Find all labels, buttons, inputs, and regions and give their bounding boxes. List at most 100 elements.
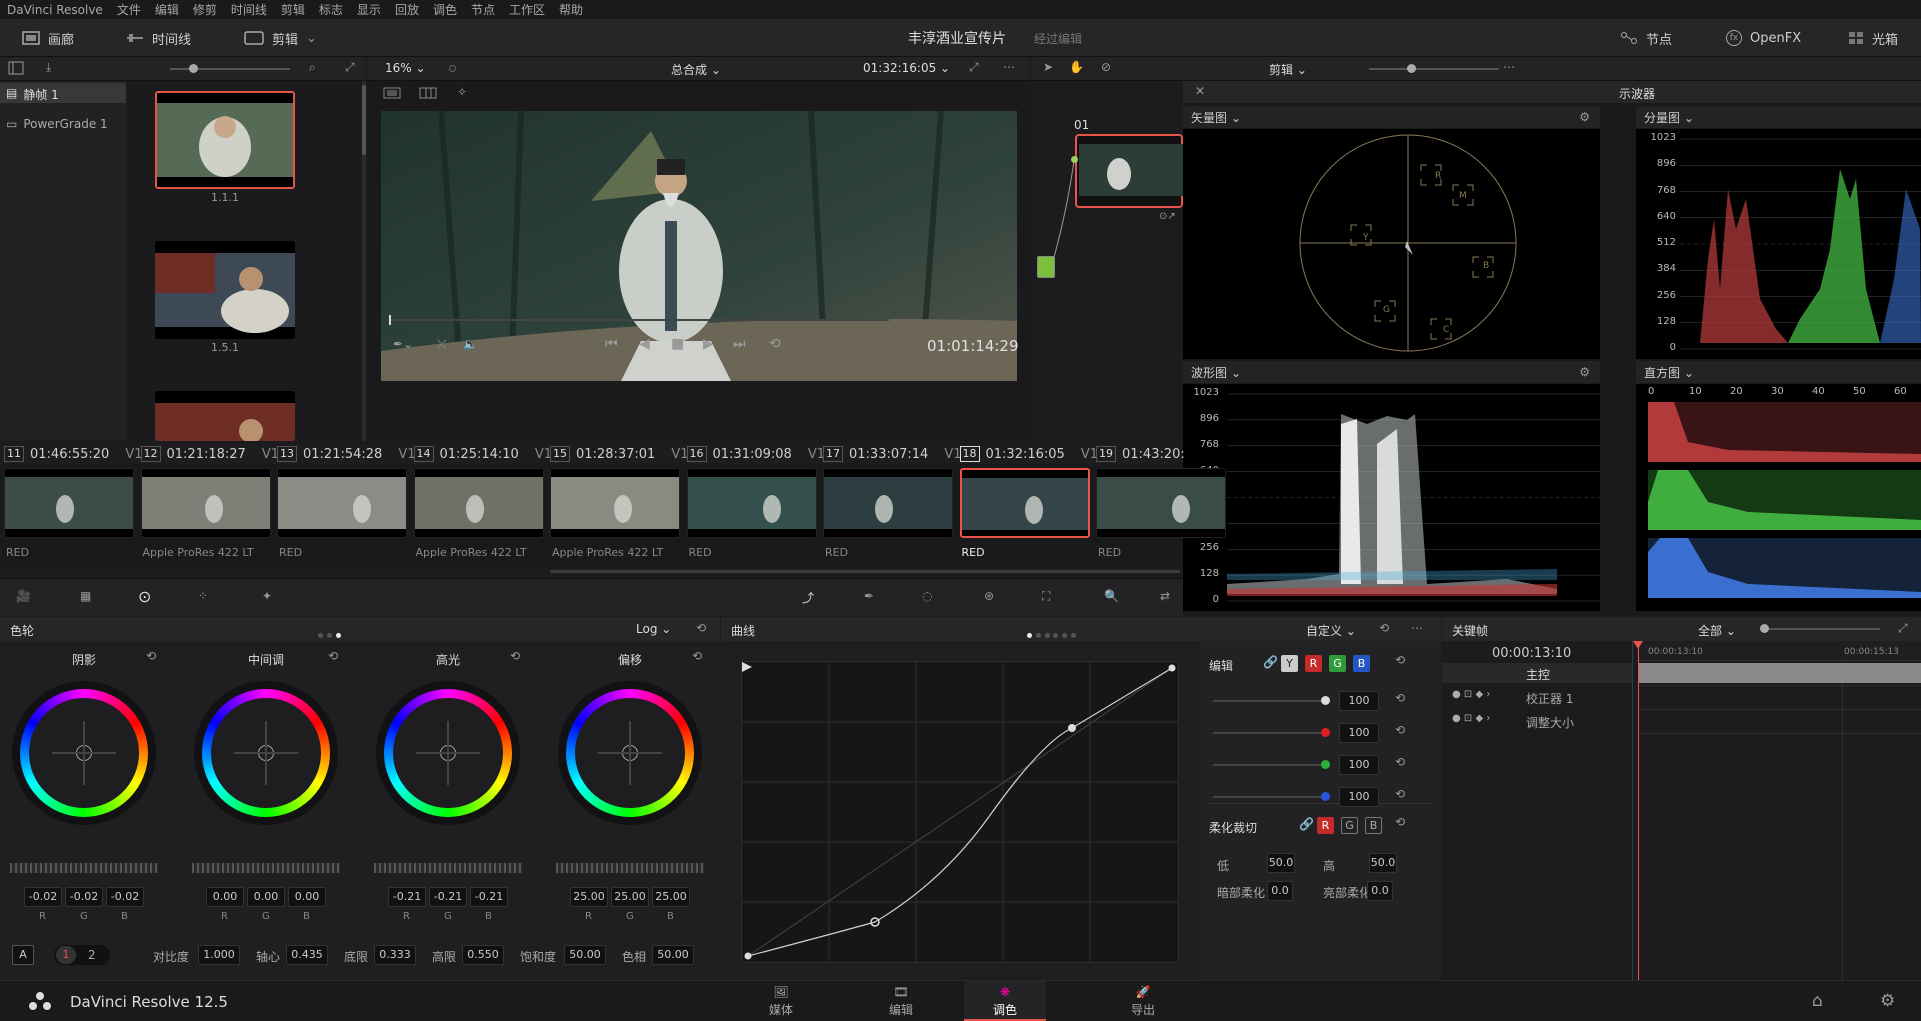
source-node[interactable] <box>1037 256 1055 278</box>
wheel-mode-select[interactable]: Log ⌄ <box>636 622 671 636</box>
wheel-value-g[interactable]: 0.00 <box>247 887 285 907</box>
scope-settings-icon[interactable]: ⚙ <box>1579 365 1590 379</box>
clip-thumbnail[interactable] <box>4 468 134 538</box>
more-options-icon[interactable]: ⋯ <box>1411 621 1423 635</box>
camera-raw-icon[interactable]: 🎥 <box>16 589 31 603</box>
reset-icon[interactable]: ⟲ <box>1395 755 1405 769</box>
wheel-value-b[interactable]: -0.02 <box>106 887 144 907</box>
curves-mode-select[interactable]: 自定义 ⌄ <box>1306 622 1356 639</box>
reset-icon[interactable]: ⟲ <box>1395 723 1405 737</box>
qualifier-icon[interactable]: ✒ <box>864 589 874 603</box>
page-dot[interactable] <box>318 627 341 641</box>
master-wheel-slider[interactable] <box>10 863 158 873</box>
page-media-button[interactable]: 🖼 媒体 <box>746 981 816 1021</box>
contrast-field[interactable]: 1.000 <box>198 945 240 965</box>
magic-wand-icon[interactable]: ✧ <box>457 85 467 99</box>
reset-icon[interactable]: ⟲ <box>692 649 702 663</box>
page-edit-button[interactable]: 🎞 编辑 <box>866 981 936 1021</box>
keyframe-track-row[interactable]: ● ⊡ ◆ › 调整大小 <box>1442 711 1632 731</box>
low-softness-field[interactable]: 0.0 <box>1267 881 1293 901</box>
clip-thumbnail[interactable] <box>550 468 680 538</box>
wheel-value-b[interactable]: 0.00 <box>288 887 326 907</box>
search-icon[interactable]: ⌕ <box>309 60 316 75</box>
softclip-g-toggle[interactable]: G <box>1341 817 1358 834</box>
reset-icon[interactable]: ⟲ <box>1379 621 1389 635</box>
menu-edit[interactable]: 编辑 <box>148 1 186 18</box>
menu-color[interactable]: 调色 <box>426 1 464 18</box>
still-thumb[interactable] <box>155 91 295 189</box>
clip-strip-scrollbar[interactable] <box>550 570 1180 573</box>
node-mode-select[interactable]: 剪辑 ⌄ <box>1269 61 1307 78</box>
playhead-marker[interactable] <box>1633 641 1643 649</box>
tracker-icon[interactable]: ⊛ <box>984 589 994 603</box>
menu-clip[interactable]: 剪辑 <box>274 1 312 18</box>
keyframe-filter-select[interactable]: 全部 ⌄ <box>1698 622 1736 639</box>
clip-thumbnail[interactable] <box>140 468 271 538</box>
clip-thumbnail[interactable] <box>277 468 407 538</box>
intensity-field[interactable]: 100 <box>1339 723 1379 743</box>
nodes-button[interactable]: 节点 <box>1620 19 1672 57</box>
vectorscope-select[interactable]: 矢量图 ⌄ <box>1191 109 1241 126</box>
intensity-field[interactable]: 100 <box>1339 691 1379 711</box>
split-screen-icon[interactable] <box>419 87 437 99</box>
crossfade-icon[interactable]: ⤫ <box>437 337 447 352</box>
menu-playback[interactable]: 回放 <box>388 1 426 18</box>
reset-icon[interactable]: ⟲ <box>696 621 706 635</box>
clip-thumbnail[interactable] <box>686 468 817 538</box>
pivot-field[interactable]: 0.435 <box>286 945 328 965</box>
jump-last-icon[interactable]: ⏭ <box>733 336 746 352</box>
menu-view[interactable]: 显示 <box>350 1 388 18</box>
home-icon[interactable]: ⌂ <box>1812 991 1823 1011</box>
reset-icon[interactable]: ⟲ <box>1395 691 1405 705</box>
jump-first-icon[interactable]: ⏮ <box>605 336 618 352</box>
clip-thumbnail[interactable] <box>823 468 953 538</box>
gallery-button[interactable]: 画廊 <box>22 19 74 57</box>
fullscreen-icon[interactable]: ⤢ <box>969 60 979 75</box>
play-reverse-icon[interactable]: ◀ <box>639 336 650 352</box>
intensity-slider[interactable] <box>1213 764 1323 766</box>
node-zoom-slider[interactable] <box>1369 68 1499 70</box>
menu-trim[interactable]: 修剪 <box>186 1 224 18</box>
album-powergrade[interactable]: ▭ PowerGrade 1 <box>6 117 108 131</box>
scope-settings-icon[interactable]: ⚙ <box>1579 110 1590 124</box>
menu-mark[interactable]: 标志 <box>312 1 350 18</box>
softclip-b-toggle[interactable]: B <box>1365 817 1382 834</box>
channel-g-toggle[interactable]: G <box>1329 655 1346 672</box>
fullscreen-icon[interactable]: ⤢ <box>345 60 355 75</box>
panel-toggle-icon[interactable] <box>8 61 24 75</box>
master-wheel-slider[interactable] <box>192 863 340 873</box>
wheel-value-r[interactable]: -0.02 <box>24 887 62 907</box>
timeline-button[interactable]: 时间线 <box>126 19 191 57</box>
still-thumb[interactable] <box>155 391 295 441</box>
intensity-handle[interactable] <box>1321 728 1330 737</box>
page-color-button[interactable]: ❋ 调色 <box>964 981 1046 1021</box>
high-soft-field[interactable]: 50.0 <box>1369 853 1397 873</box>
menu-help[interactable]: 帮助 <box>552 1 590 18</box>
clip-thumbnail[interactable] <box>959 468 1090 538</box>
mode-a-button[interactable]: A <box>12 945 34 965</box>
clip-thumbnail[interactable] <box>1096 468 1226 538</box>
hand-icon[interactable]: ✋ <box>1069 60 1084 74</box>
window-icon[interactable]: ◌ <box>922 589 932 603</box>
intensity-handle[interactable] <box>1321 760 1330 769</box>
menu-app[interactable]: DaVinci Resolve <box>0 3 110 17</box>
loop-icon[interactable]: ⟲ <box>769 336 781 352</box>
low-soft-field[interactable]: 50.0 <box>1267 853 1295 873</box>
master-wheel-slider[interactable] <box>374 863 522 873</box>
master-wheel-slider[interactable] <box>556 863 704 873</box>
reset-icon[interactable]: ⟲ <box>510 649 520 663</box>
wheel-value-g[interactable]: -0.02 <box>65 887 103 907</box>
track-controls-icon[interactable]: ● ⊡ ◆ › <box>1452 713 1490 724</box>
settings-gear-icon[interactable]: ⚙ <box>1880 991 1895 1011</box>
reset-icon[interactable]: ⟲ <box>1395 653 1405 667</box>
softclip-r-toggle[interactable]: R <box>1317 817 1334 834</box>
channel-r-toggle[interactable]: R <box>1305 655 1322 672</box>
page-1-button[interactable]: 1 <box>56 946 76 964</box>
lightbox-button[interactable]: 光箱 <box>1848 19 1898 57</box>
intensity-handle[interactable] <box>1321 792 1330 801</box>
node-zoom-handle[interactable] <box>1407 64 1416 73</box>
stop-icon[interactable]: ■ <box>671 336 684 352</box>
track-controls-icon[interactable]: ● ⊡ ◆ › <box>1452 689 1490 700</box>
gallery-scrollbar[interactable] <box>362 85 366 155</box>
pointer-icon[interactable]: ➤ <box>1043 60 1053 74</box>
